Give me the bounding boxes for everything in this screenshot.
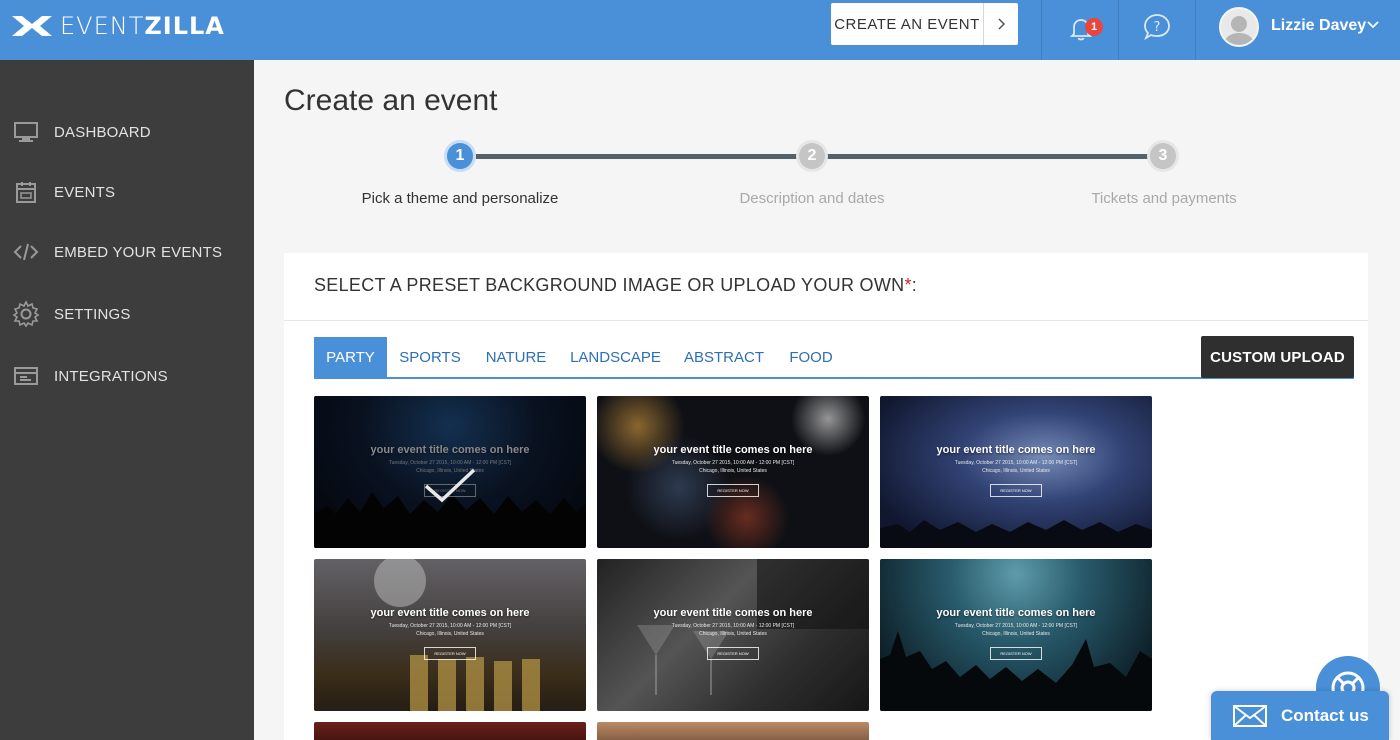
- sidebar-item-label: EVENTS: [54, 183, 116, 201]
- tab-abstract[interactable]: ABSTRACT: [672, 337, 776, 378]
- thumbnail-meta: Tuesday, October 27 2015, 10:00 AM - 12:…: [954, 460, 1078, 466]
- stepper: 1 2 3 Pick a theme and personalize Descr…: [254, 138, 1400, 218]
- code-icon: [12, 238, 40, 266]
- topbar-divider: [1195, 0, 1196, 60]
- thumbnail-location: Chicago, Illinois, United States: [699, 631, 767, 637]
- chevron-right-icon: [984, 18, 1018, 30]
- thumbnail-meta: Tuesday, October 27 2015, 10:00 AM - 12:…: [954, 623, 1078, 629]
- svg-text:?: ?: [1154, 20, 1161, 35]
- sidebar-item-dashboard[interactable]: DASHBOARD: [0, 112, 254, 152]
- panel-divider: [284, 320, 1368, 321]
- sidebar-item-label: INTEGRATIONS: [54, 367, 168, 385]
- tab-landscape[interactable]: LANDSCAPE: [559, 337, 672, 378]
- thumbnail-title: your event title comes on here: [936, 607, 1096, 619]
- thumbnail-meta: Tuesday, October 27 2015, 10:00 AM - 12:…: [671, 460, 795, 466]
- sidebar-item-label: DASHBOARD: [54, 123, 151, 141]
- thumbnail-register-button: REGISTER NOW: [990, 484, 1042, 497]
- user-silhouette-icon: [1223, 16, 1255, 45]
- thumbnail-register-button: REGISTER NOW: [707, 484, 759, 497]
- logo-text: EVENTZILLA: [60, 12, 225, 40]
- theme-thumbnail[interactable]: [597, 722, 869, 740]
- contact-us-button[interactable]: Contact us: [1211, 691, 1389, 740]
- thumbnail-register-button: REGISTER NOW: [707, 647, 759, 660]
- tab-nature[interactable]: NATURE: [473, 337, 559, 378]
- category-tabs: PARTY SPORTS NATURE LANDSCAPE ABSTRACT F…: [314, 336, 1354, 379]
- checkmark-icon: [424, 468, 476, 503]
- step-connector: [476, 154, 828, 159]
- user-name[interactable]: Lizzie Davey: [1271, 17, 1366, 35]
- sidebar-item-label: EMBED YOUR EVENTS: [54, 243, 223, 261]
- thumbnail-register-button: REGISTER NOW: [424, 647, 476, 660]
- tab-food[interactable]: FOOD: [776, 337, 846, 378]
- main-content: Create an event 1 2 3 Pick a theme and p…: [254, 60, 1400, 740]
- help-icon[interactable]: ?: [1142, 12, 1172, 42]
- thumbnail-location: Chicago, Illinois, United States: [416, 631, 484, 637]
- step-2-indicator[interactable]: 2: [796, 140, 828, 172]
- thumbnail-title: your event title comes on here: [370, 444, 530, 456]
- thumbnail-register-button: REGISTER NOW: [990, 647, 1042, 660]
- integrations-icon: [12, 362, 40, 390]
- topbar-divider: [1118, 0, 1119, 60]
- sidebar: DASHBOARD EVENTS EMBED YOUR EVENTS SETTI…: [0, 60, 254, 740]
- sidebar-item-embed[interactable]: EMBED YOUR EVENTS: [0, 232, 254, 272]
- theme-grid: your event title comes on here Tuesday, …: [314, 396, 1154, 740]
- thumbnail-location: Chicago, Illinois, United States: [982, 468, 1050, 474]
- logo-icon: [12, 16, 52, 36]
- theme-panel: SELECT A PRESET BACKGROUND IMAGE OR UPLO…: [284, 253, 1368, 740]
- thumbnail-location: Chicago, Illinois, United States: [982, 631, 1050, 637]
- contact-us-label: Contact us: [1281, 705, 1369, 725]
- thumbnail-title: your event title comes on here: [936, 444, 1096, 456]
- create-event-button[interactable]: CREATE AN EVENT: [831, 3, 1018, 45]
- step-1-label: Pick a theme and personalize: [361, 190, 559, 207]
- custom-upload-button[interactable]: CUSTOM UPLOAD: [1201, 336, 1354, 378]
- chevron-down-icon[interactable]: [1366, 20, 1380, 30]
- logo[interactable]: EVENTZILLA: [12, 12, 225, 40]
- monitor-icon: [12, 118, 40, 146]
- topbar-divider: [1041, 0, 1042, 60]
- step-3-indicator[interactable]: 3: [1147, 140, 1179, 172]
- thumbnail-meta: Tuesday, October 27 2015, 10:00 AM - 12:…: [671, 623, 795, 629]
- step-3-label: Tickets and payments: [1091, 190, 1237, 207]
- thumbnail-title: your event title comes on here: [653, 444, 813, 456]
- step-connector: [828, 154, 1178, 159]
- avatar[interactable]: [1219, 7, 1259, 47]
- theme-thumbnail[interactable]: your event title comes on here Tuesday, …: [880, 559, 1152, 711]
- theme-thumbnail[interactable]: your event title comes on here Tuesday, …: [314, 559, 586, 711]
- page-title: Create an event: [284, 84, 498, 117]
- theme-thumbnail[interactable]: your event title comes on here Tuesday, …: [597, 396, 869, 548]
- thumbnail-title: your event title comes on here: [370, 607, 530, 619]
- top-bar: EVENTZILLA CREATE AN EVENT 1 ? Lizzie Da…: [0, 0, 1400, 60]
- theme-thumbnail[interactable]: your event title comes on here Tuesday, …: [314, 396, 586, 548]
- step-1-indicator[interactable]: 1: [444, 140, 476, 172]
- gear-icon: [12, 300, 40, 328]
- envelope-icon: [1233, 704, 1267, 727]
- required-mark: *: [904, 275, 912, 295]
- panel-title: SELECT A PRESET BACKGROUND IMAGE OR UPLO…: [314, 275, 918, 295]
- sidebar-item-integrations[interactable]: INTEGRATIONS: [0, 356, 254, 396]
- sidebar-item-label: SETTINGS: [54, 305, 131, 323]
- theme-thumbnail[interactable]: [314, 722, 586, 740]
- thumbnail-meta: Tuesday, October 27 2015, 10:00 AM - 12:…: [388, 623, 512, 629]
- thumbnail-location: Chicago, Illinois, United States: [699, 468, 767, 474]
- thumbnail-title: your event title comes on here: [653, 607, 813, 619]
- step-2-label: Description and dates: [739, 190, 885, 207]
- sidebar-item-events[interactable]: EVENTS: [0, 172, 254, 212]
- notification-badge: 1: [1085, 18, 1103, 36]
- theme-thumbnail[interactable]: your event title comes on here Tuesday, …: [880, 396, 1152, 548]
- tab-party[interactable]: PARTY: [314, 337, 387, 378]
- calendar-icon: [12, 178, 40, 206]
- sidebar-item-settings[interactable]: SETTINGS: [0, 294, 254, 334]
- tab-sports[interactable]: SPORTS: [387, 337, 473, 378]
- create-event-label: CREATE AN EVENT: [834, 15, 980, 33]
- theme-thumbnail[interactable]: your event title comes on here Tuesday, …: [597, 559, 869, 711]
